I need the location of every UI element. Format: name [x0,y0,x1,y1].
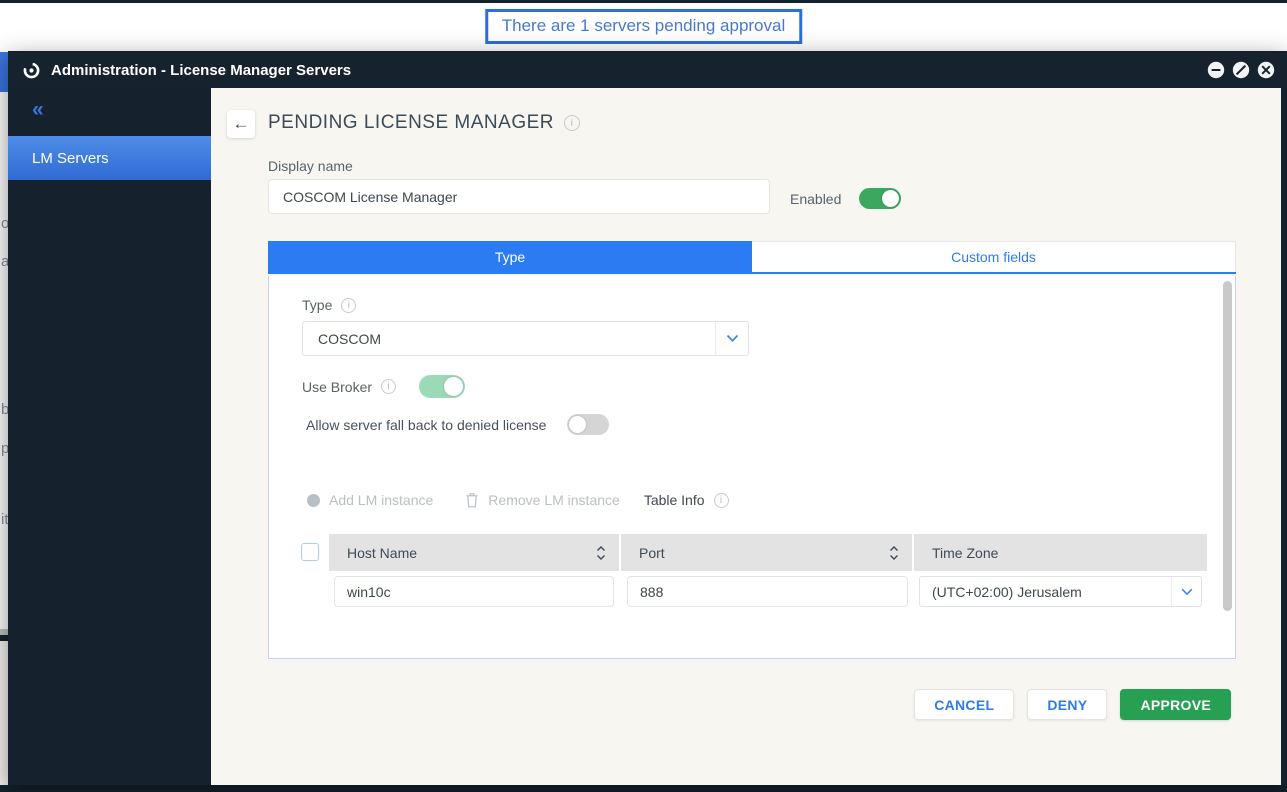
tab-custom-fields[interactable]: Custom fields [752,241,1236,272]
background-text-fragment: a [1,253,8,270]
chevron-down-icon [1181,588,1192,595]
add-lm-instance-label: Add LM instance [329,492,434,508]
trash-icon [466,493,479,508]
use-broker-label: Use Broker [302,378,373,395]
table-header: Host Name Port Time Zone [329,534,1207,571]
window-titlebar: Administration - License Manager Servers [8,52,1287,88]
sidebar-item-lm-servers[interactable]: LM Servers [8,136,211,180]
sidebar: « LM Servers [8,88,211,785]
column-label: Time Zone [932,544,999,561]
main-content: ← PENDING LICENSE MANAGER i Display name… [211,88,1281,785]
type-dropdown[interactable]: COSCOM [302,321,749,356]
port-input[interactable] [627,576,908,607]
window-title: Administration - License Manager Servers [51,61,352,79]
background-text-fragment: b [1,401,8,418]
sidebar-item-label: LM Servers [32,149,109,167]
toggle-knob [882,190,900,207]
tab-type[interactable]: Type [268,241,752,272]
remove-lm-instance-label: Remove LM instance [488,492,620,508]
select-all-checkbox[interactable] [301,543,319,561]
host-name-input[interactable] [334,576,614,607]
toggle-knob [444,377,464,396]
background-right-edge [1281,88,1287,785]
tab-strip: Type Custom fields [268,241,1236,274]
page-title-text: PENDING LICENSE MANAGER [268,112,554,133]
background-page-fragment [0,641,8,785]
use-broker-info-icon[interactable]: i [381,379,397,394]
type-dropdown-value: COSCOM [318,330,381,347]
add-lm-instance-button[interactable]: Add LM instance [307,492,433,508]
sort-icon [890,545,898,560]
table-info-icon[interactable]: i [713,492,729,508]
deny-button[interactable]: DENY [1027,689,1108,720]
approve-button[interactable]: APPROVE [1120,689,1231,720]
enabled-toggle[interactable] [859,188,902,209]
type-label: Type [302,297,333,313]
toggle-knob [569,416,587,433]
action-buttons: CANCEL DENY APPROVE [914,689,1231,720]
column-header-host-name[interactable]: Host Name [329,534,619,571]
remove-lm-instance-button[interactable]: Remove LM instance [465,492,620,508]
display-name-input[interactable] [268,179,770,214]
add-icon [307,493,320,507]
type-info-icon[interactable]: i [341,297,357,313]
minimize-icon[interactable] [1207,61,1225,79]
background-text-fragment: p [1,440,8,457]
time-zone-value: (UTC+02:00) Jerusalem [932,583,1082,600]
background-page-edge: o a b p it [0,51,8,630]
cancel-button[interactable]: CANCEL [914,689,1015,720]
tab-type-label: Type [494,248,526,265]
back-arrow-icon: ← [232,114,250,133]
background-text-fragment: it [1,511,8,528]
app-logo-icon [23,62,40,78]
restore-icon[interactable] [1232,61,1250,79]
column-header-time-zone[interactable]: Time Zone [914,534,1207,571]
sort-icon [597,545,605,560]
use-broker-toggle[interactable] [419,375,466,398]
background-scrollbar-fragment [0,629,8,635]
panel-scrollbar[interactable] [1223,281,1232,611]
fallback-toggle[interactable] [567,414,610,435]
column-header-port[interactable]: Port [621,534,912,571]
enabled-label: Enabled [790,190,842,207]
table-info-button[interactable]: Table Info i [644,492,729,508]
table-toolbar: Add LM instance Remove LM instance Table… [307,492,729,508]
table-info-label: Table Info [643,492,705,508]
background-text-fragment: o [1,215,8,232]
display-name-label: Display name [268,158,353,174]
background-blue-element [0,52,8,92]
type-tab-panel: Type i COSCOM Use Broker i Allow server … [268,276,1236,659]
license-manager-window: Administration - License Manager Servers… [8,52,1287,785]
tab-custom-fields-label: Custom fields [951,249,1036,265]
chevron-down-icon [726,334,738,343]
column-label: Host Name [347,544,418,561]
back-button[interactable]: ← [227,110,255,138]
fallback-label: Allow server fall back to denied license [306,416,547,433]
page-title: PENDING LICENSE MANAGER i [268,112,580,134]
time-zone-dropdown[interactable]: (UTC+02:00) Jerusalem [919,576,1202,607]
pending-approval-banner[interactable]: There are 1 servers pending approval [484,9,803,44]
sidebar-collapse-button[interactable]: « [8,88,211,122]
page-title-info-icon[interactable]: i [564,115,580,131]
close-icon[interactable] [1257,61,1275,79]
column-label: Port [639,544,665,561]
